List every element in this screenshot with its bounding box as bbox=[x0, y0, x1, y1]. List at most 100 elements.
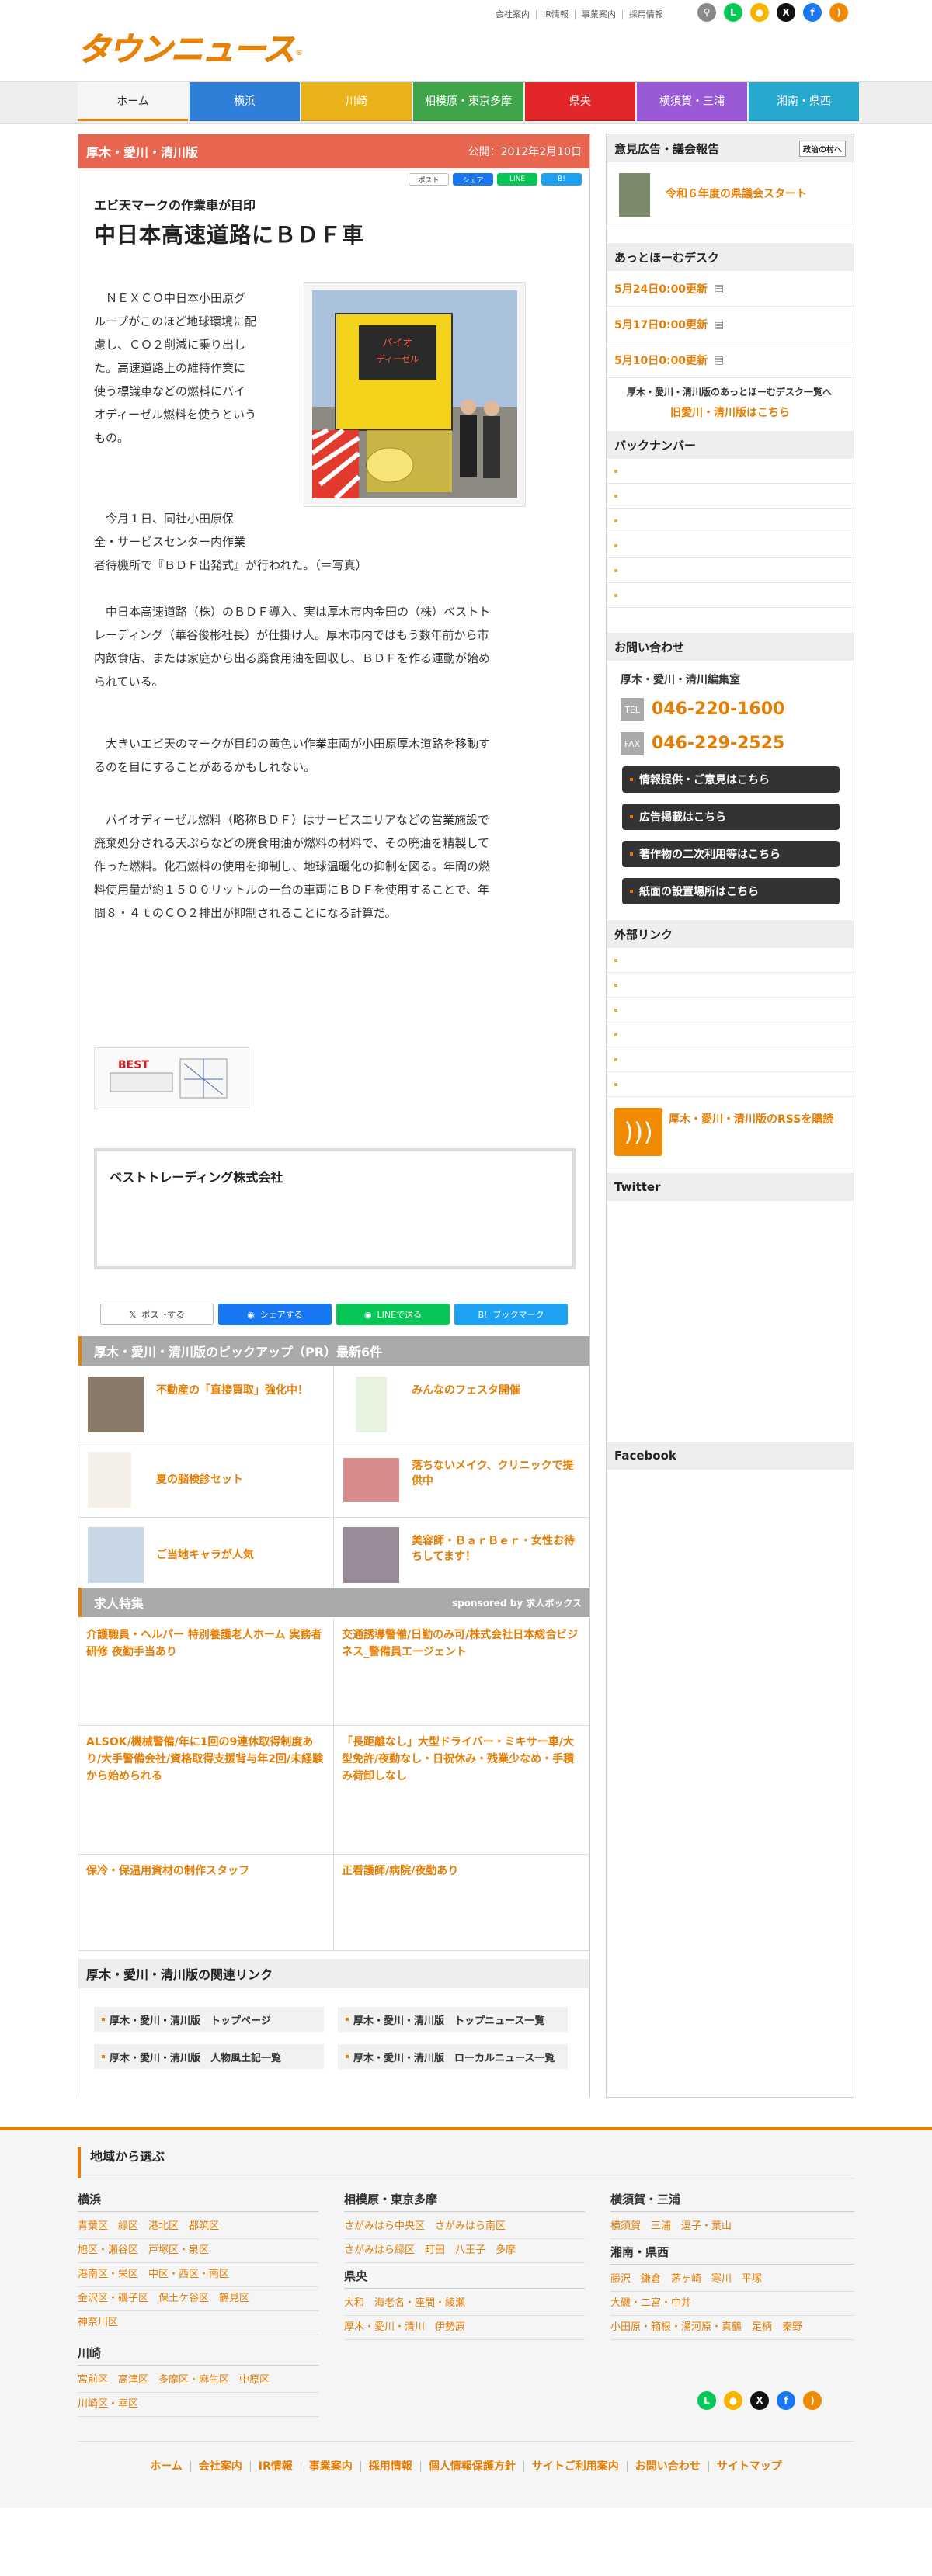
contact-distribution-button[interactable]: 紙面の設置場所はこちら bbox=[622, 878, 840, 904]
facebook-icon[interactable]: f bbox=[803, 3, 822, 22]
toplink-recruit[interactable]: 採用情報 bbox=[621, 10, 669, 19]
article-photo[interactable]: バイオ ディーゼル bbox=[304, 282, 526, 507]
athome-item[interactable]: 5月17日0:00更新 ▤ bbox=[607, 307, 854, 342]
toplink-business[interactable]: 事業案内 bbox=[574, 10, 622, 19]
pickup-item[interactable]: 美容師・ＢａｒＢｅｒ・女性お待ちしてます！ bbox=[334, 1518, 589, 1592]
footer-area-links[interactable]: 旭区・瀬谷区 戸塚区・泉区 bbox=[78, 2239, 318, 2263]
job-item[interactable]: 介護職員・ヘルパー 特別養護老人ホーム 実務者研修 夜勤手当あり bbox=[78, 1619, 334, 1725]
footer-area-links[interactable]: 神奈川区 bbox=[78, 2311, 318, 2335]
footer-area-links[interactable]: 小田原・箱根・湯河原・真鶴 足柄 秦野 bbox=[610, 2316, 854, 2340]
footer-area-links[interactable]: 大磯・二宮・中井 bbox=[610, 2292, 854, 2316]
job-item[interactable]: 正看護師/病院/夜勤あり bbox=[334, 1855, 589, 1950]
toplink-ir[interactable]: IR情報 bbox=[536, 10, 575, 19]
backnumber-item[interactable] bbox=[607, 509, 854, 533]
athome-date[interactable]: 5月24日0:00更新 bbox=[614, 281, 708, 297]
job-item[interactable]: 「長距離なし」大型ドライバー・ミキサー車/大型免許/夜勤なし・日祝休み・残業少な… bbox=[334, 1726, 589, 1854]
site-logo[interactable]: タウンニュース ® bbox=[78, 23, 303, 69]
job-title[interactable]: 交通誘導警備/日勤のみ可/株式会社日本総合ビジネス_警備員エージェント bbox=[342, 1629, 578, 1658]
opinion-title[interactable]: 令和６年度の県議会スタート bbox=[666, 186, 807, 201]
pickup-title[interactable]: 不動産の「直接買取」強化中！ bbox=[156, 1383, 327, 1398]
nav-yokohama[interactable]: 横浜 bbox=[190, 82, 300, 121]
nav-yokosuka[interactable]: 横須賀・三浦 bbox=[637, 82, 747, 121]
share-facebook-small[interactable]: シェア bbox=[453, 173, 493, 186]
footer-area-links[interactable]: 厚木・愛川・清川 伊勢原 bbox=[344, 2316, 585, 2340]
job-item[interactable]: 保冷・保温用資材の制作スタッフ bbox=[78, 1855, 334, 1950]
footer-nav-privacy[interactable]: 個人情報保護方針 bbox=[419, 2461, 523, 2472]
pickup-title[interactable]: 夏の脳検診セット bbox=[156, 1472, 327, 1488]
search-icon[interactable]: ⚲ bbox=[697, 3, 716, 22]
footer-nav-ir[interactable]: IR情報 bbox=[249, 2461, 301, 2472]
company-logo-image[interactable]: BEST bbox=[94, 1047, 249, 1109]
pickup-item[interactable]: みんなのフェスタ開催 bbox=[334, 1367, 589, 1442]
athome-list-link[interactable]: 厚木・愛川・清川版のあっとほーむデスク一覧へ bbox=[607, 378, 854, 404]
opinion-item[interactable]: 令和６年度の県議会スタート bbox=[607, 162, 854, 224]
related-link[interactable]: 厚木・愛川・清川版 人物風土記一覧 bbox=[94, 2044, 324, 2069]
footer-area-links[interactable]: さがみはら中央区 さがみはら南区 bbox=[344, 2215, 585, 2239]
jobs-sponsor[interactable]: sponsored by 求人ボックス bbox=[452, 1596, 582, 1609]
pickup-title[interactable]: 美容師・ＢａｒＢｅｒ・女性お待ちしてます！ bbox=[412, 1533, 582, 1564]
facebook-icon[interactable]: f bbox=[777, 2391, 795, 2410]
rss-link[interactable]: 厚木・愛川・清川版のRSSを購読 bbox=[669, 1111, 847, 1127]
footer-nav-home[interactable]: ホーム bbox=[142, 2461, 190, 2472]
footer-area-links[interactable]: 横須賀 三浦 逗子・葉山 bbox=[610, 2215, 854, 2239]
footer-nav-recruit[interactable]: 採用情報 bbox=[360, 2461, 420, 2472]
footer-nav-sitemap[interactable]: サイトマップ bbox=[708, 2461, 790, 2472]
backnumber-item[interactable] bbox=[607, 558, 854, 583]
related-link[interactable]: 厚木・愛川・清川版 ローカルニュース一覧 bbox=[338, 2044, 568, 2069]
pickup-item[interactable]: ご当地キャラが人気 bbox=[78, 1518, 334, 1592]
athome-date[interactable]: 5月10日0:00更新 bbox=[614, 352, 708, 368]
external-link-item[interactable] bbox=[607, 1047, 854, 1072]
nav-kawasaki[interactable]: 川崎 bbox=[301, 82, 412, 121]
share-hatena-button[interactable]: B! ブックマーク bbox=[454, 1304, 568, 1325]
nav-shonan[interactable]: 湘南・県西 bbox=[749, 82, 859, 121]
chat-icon[interactable]: ● bbox=[724, 2391, 742, 2410]
contact-info-button[interactable]: 情報提供・ご意見はこちら bbox=[622, 766, 840, 793]
job-title[interactable]: 保冷・保温用資材の制作スタッフ bbox=[86, 1865, 249, 1877]
footer-nav-contact[interactable]: お問い合わせ bbox=[626, 2461, 708, 2472]
external-link-item[interactable] bbox=[607, 1022, 854, 1047]
logo-text[interactable]: タウンニュース bbox=[78, 30, 296, 69]
pickup-item[interactable]: 夏の脳検診セット bbox=[78, 1442, 334, 1517]
nav-home[interactable]: ホーム bbox=[78, 82, 188, 121]
contact-copyright-button[interactable]: 著作物の二次利用等はこちら bbox=[622, 841, 840, 867]
job-item[interactable]: ALSOK/機械警備/年に1回の9連休取得制度あり/大手警備会社/資格取得支援背… bbox=[78, 1726, 334, 1854]
athome-item[interactable]: 5月24日0:00更新 ▤ bbox=[607, 271, 854, 307]
politics-village-badge[interactable]: 政治の村へ bbox=[799, 140, 846, 157]
footer-area-links[interactable]: 金沢区・磯子区 保土ケ谷区 鶴見区 bbox=[78, 2287, 318, 2311]
footer-nav-usage[interactable]: サイトご利用案内 bbox=[523, 2461, 627, 2472]
backnumber-item[interactable] bbox=[607, 459, 854, 484]
footer-area-links[interactable]: 港南区・栄区 中区・西区・南区 bbox=[78, 2263, 318, 2287]
share-hatena-small[interactable]: B! bbox=[541, 173, 582, 186]
footer-nav-company[interactable]: 会社案内 bbox=[190, 2461, 250, 2472]
backnumber-item[interactable] bbox=[607, 583, 854, 608]
footer-area-links[interactable]: 川崎区・幸区 bbox=[78, 2393, 318, 2417]
job-item[interactable]: 交通誘導警備/日勤のみ可/株式会社日本総合ビジネス_警備員エージェント bbox=[334, 1619, 589, 1725]
share-facebook-button[interactable]: ◉ シェアする bbox=[218, 1304, 332, 1325]
backnumber-item[interactable] bbox=[607, 533, 854, 558]
footer-nav-business[interactable]: 事業案内 bbox=[300, 2461, 360, 2472]
related-link[interactable]: 厚木・愛川・清川版 トップページ bbox=[94, 2007, 324, 2032]
tel-number[interactable]: 046-220-1600 bbox=[652, 700, 784, 719]
athome-old-link[interactable]: 旧愛川・清川版はこちら bbox=[607, 404, 854, 428]
pickup-title[interactable]: みんなのフェスタ開催 bbox=[412, 1383, 582, 1398]
x-icon[interactable]: X bbox=[777, 3, 795, 22]
line-icon[interactable]: L bbox=[697, 2391, 716, 2410]
footer-area-links[interactable]: 藤沢 鎌倉 茅ヶ崎 寒川 平塚 bbox=[610, 2268, 854, 2292]
job-title[interactable]: 介護職員・ヘルパー 特別養護老人ホーム 実務者研修 夜勤手当あり bbox=[86, 1629, 322, 1658]
pickup-title[interactable]: 落ちないメイク、クリニックで提供中 bbox=[412, 1458, 582, 1489]
contact-ad-button[interactable]: 広告掲載はこちら bbox=[622, 804, 840, 830]
backnumber-item[interactable] bbox=[607, 484, 854, 509]
nav-kenou[interactable]: 県央 bbox=[525, 82, 635, 121]
job-title[interactable]: 「長距離なし」大型ドライバー・ミキサー車/大型免許/夜勤なし・日祝休み・残業少な… bbox=[342, 1736, 574, 1783]
share-line-button[interactable]: ◉ LINEで送る bbox=[336, 1304, 450, 1325]
job-title[interactable]: ALSOK/機械警備/年に1回の9連休取得制度あり/大手警備会社/資格取得支援背… bbox=[86, 1736, 323, 1783]
pickup-item[interactable]: 落ちないメイク、クリニックで提供中 bbox=[334, 1442, 589, 1517]
related-link[interactable]: 厚木・愛川・清川版 トップニュース一覧 bbox=[338, 2007, 568, 2032]
footer-area-links[interactable]: 大和 海老名・座間・綾瀬 bbox=[344, 2292, 585, 2316]
footer-area-links[interactable]: 青葉区 緑区 港北区 都筑区 bbox=[78, 2215, 318, 2239]
share-line-small[interactable]: LINE bbox=[497, 173, 537, 186]
external-link-item[interactable] bbox=[607, 998, 854, 1022]
footer-area-links[interactable]: さがみはら緑区 町田 八王子 多摩 bbox=[344, 2239, 585, 2263]
external-link-item[interactable] bbox=[607, 948, 854, 973]
rss-icon[interactable]: ) bbox=[829, 3, 848, 22]
